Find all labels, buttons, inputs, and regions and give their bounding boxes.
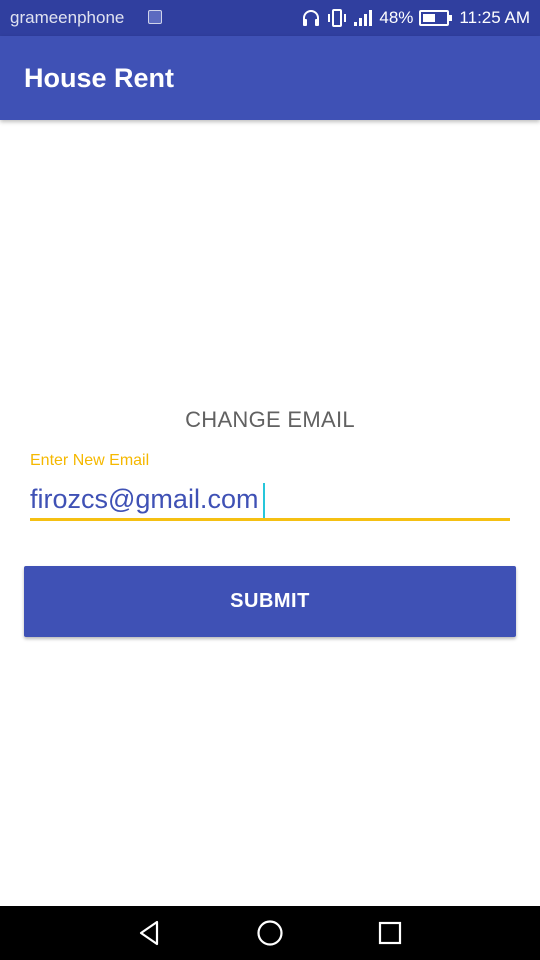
email-field[interactable] [30, 480, 510, 521]
back-icon[interactable] [120, 906, 180, 960]
recents-icon[interactable] [360, 906, 420, 960]
navigation-bar [0, 906, 540, 960]
headphones-icon [301, 8, 321, 28]
battery-icon [419, 9, 453, 27]
text-cursor [263, 483, 265, 518]
signal-icon [353, 8, 373, 28]
clock: 11:25 AM [459, 8, 530, 27]
battery-percent: 48% [379, 8, 414, 27]
app-title: House Rent [24, 63, 175, 93]
status-bar: grameenphone 48% 11:25 AM [0, 0, 540, 36]
app-bar: House Rent [0, 36, 540, 120]
home-icon[interactable] [240, 906, 300, 960]
page-heading: CHANGE EMAIL [185, 407, 355, 432]
carrier-name: grameenphone [10, 8, 125, 27]
image-icon [148, 10, 162, 24]
vibrate-icon [327, 8, 347, 28]
status-icons: 48% 11:25 AM [301, 0, 530, 36]
submit-button[interactable]: SUBMIT [24, 566, 516, 637]
email-field-label: Enter New Email [30, 452, 150, 469]
